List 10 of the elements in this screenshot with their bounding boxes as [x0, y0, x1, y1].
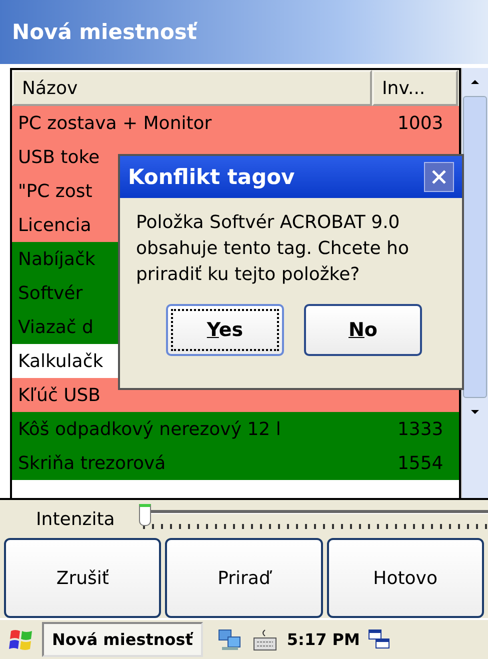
table-cell: Nabíjačk	[18, 248, 96, 270]
table-cell: Kôš odpadkový nerezový 12 l	[18, 418, 281, 440]
dialog-title: Konflikt tagov	[128, 165, 295, 189]
table-cell: 1333	[397, 418, 444, 440]
table-cell: 1554	[397, 452, 444, 474]
dialog-message: Položka Softvér ACROBAT 9.0 obsahuje tento tag. Chcete ho priradiť ku tejto položke?	[135, 211, 410, 287]
table-cell: 1003	[397, 112, 444, 134]
window-title: Nová miestnosť	[12, 20, 197, 44]
slider-label: Intenzita	[36, 508, 115, 530]
clock: 5:17 PM	[286, 630, 360, 649]
